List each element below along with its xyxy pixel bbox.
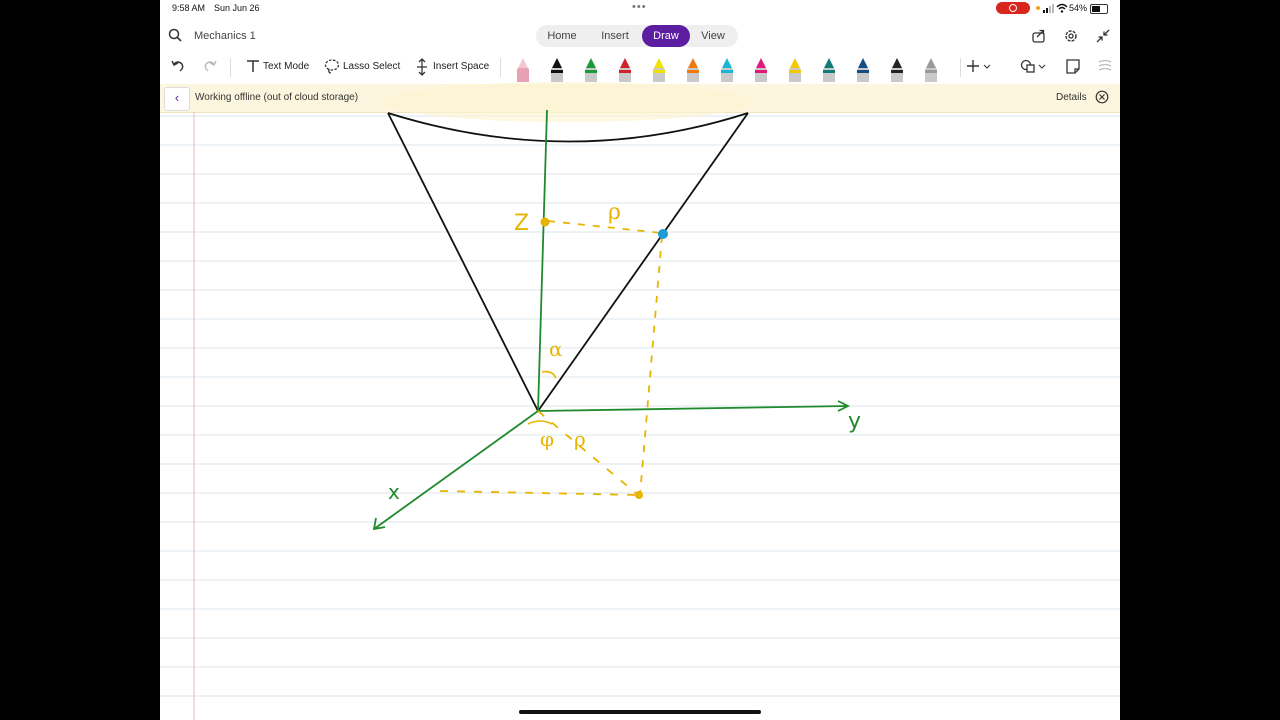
z-label: Z: [514, 211, 529, 236]
y-label: y: [848, 409, 861, 434]
alpha-arc: [541, 370, 557, 379]
rho-label-bottom: ρ: [574, 427, 586, 451]
xy-projection-point: [635, 491, 643, 499]
onenote-screen: 9:58 AM Sun Jun 26 ••• 54% Mechanics 1 H…: [160, 0, 1120, 720]
x-label: x: [388, 480, 400, 504]
z-axis: [537, 109, 548, 412]
z-point: [540, 217, 550, 227]
rho-dash-top: [547, 220, 663, 234]
vertical-projection: [639, 235, 663, 496]
rho-label-top: ρ: [608, 200, 621, 225]
alpha-label: α: [549, 337, 563, 361]
y-axis: [537, 405, 849, 412]
phi-arc: [527, 420, 553, 425]
x-projection: [439, 490, 639, 496]
home-indicator[interactable]: [519, 710, 761, 714]
rho-dash-bottom: [537, 410, 639, 496]
cone-point: [658, 229, 668, 239]
phi-label: φ: [540, 427, 554, 451]
ink-drawing[interactable]: Z ρ α φ ρ y x: [160, 0, 1120, 720]
x-axis: [373, 410, 539, 530]
cone-rim-highlight: [383, 82, 751, 122]
cone-left-edge: [387, 112, 539, 412]
cone-right-edge: [537, 112, 749, 412]
